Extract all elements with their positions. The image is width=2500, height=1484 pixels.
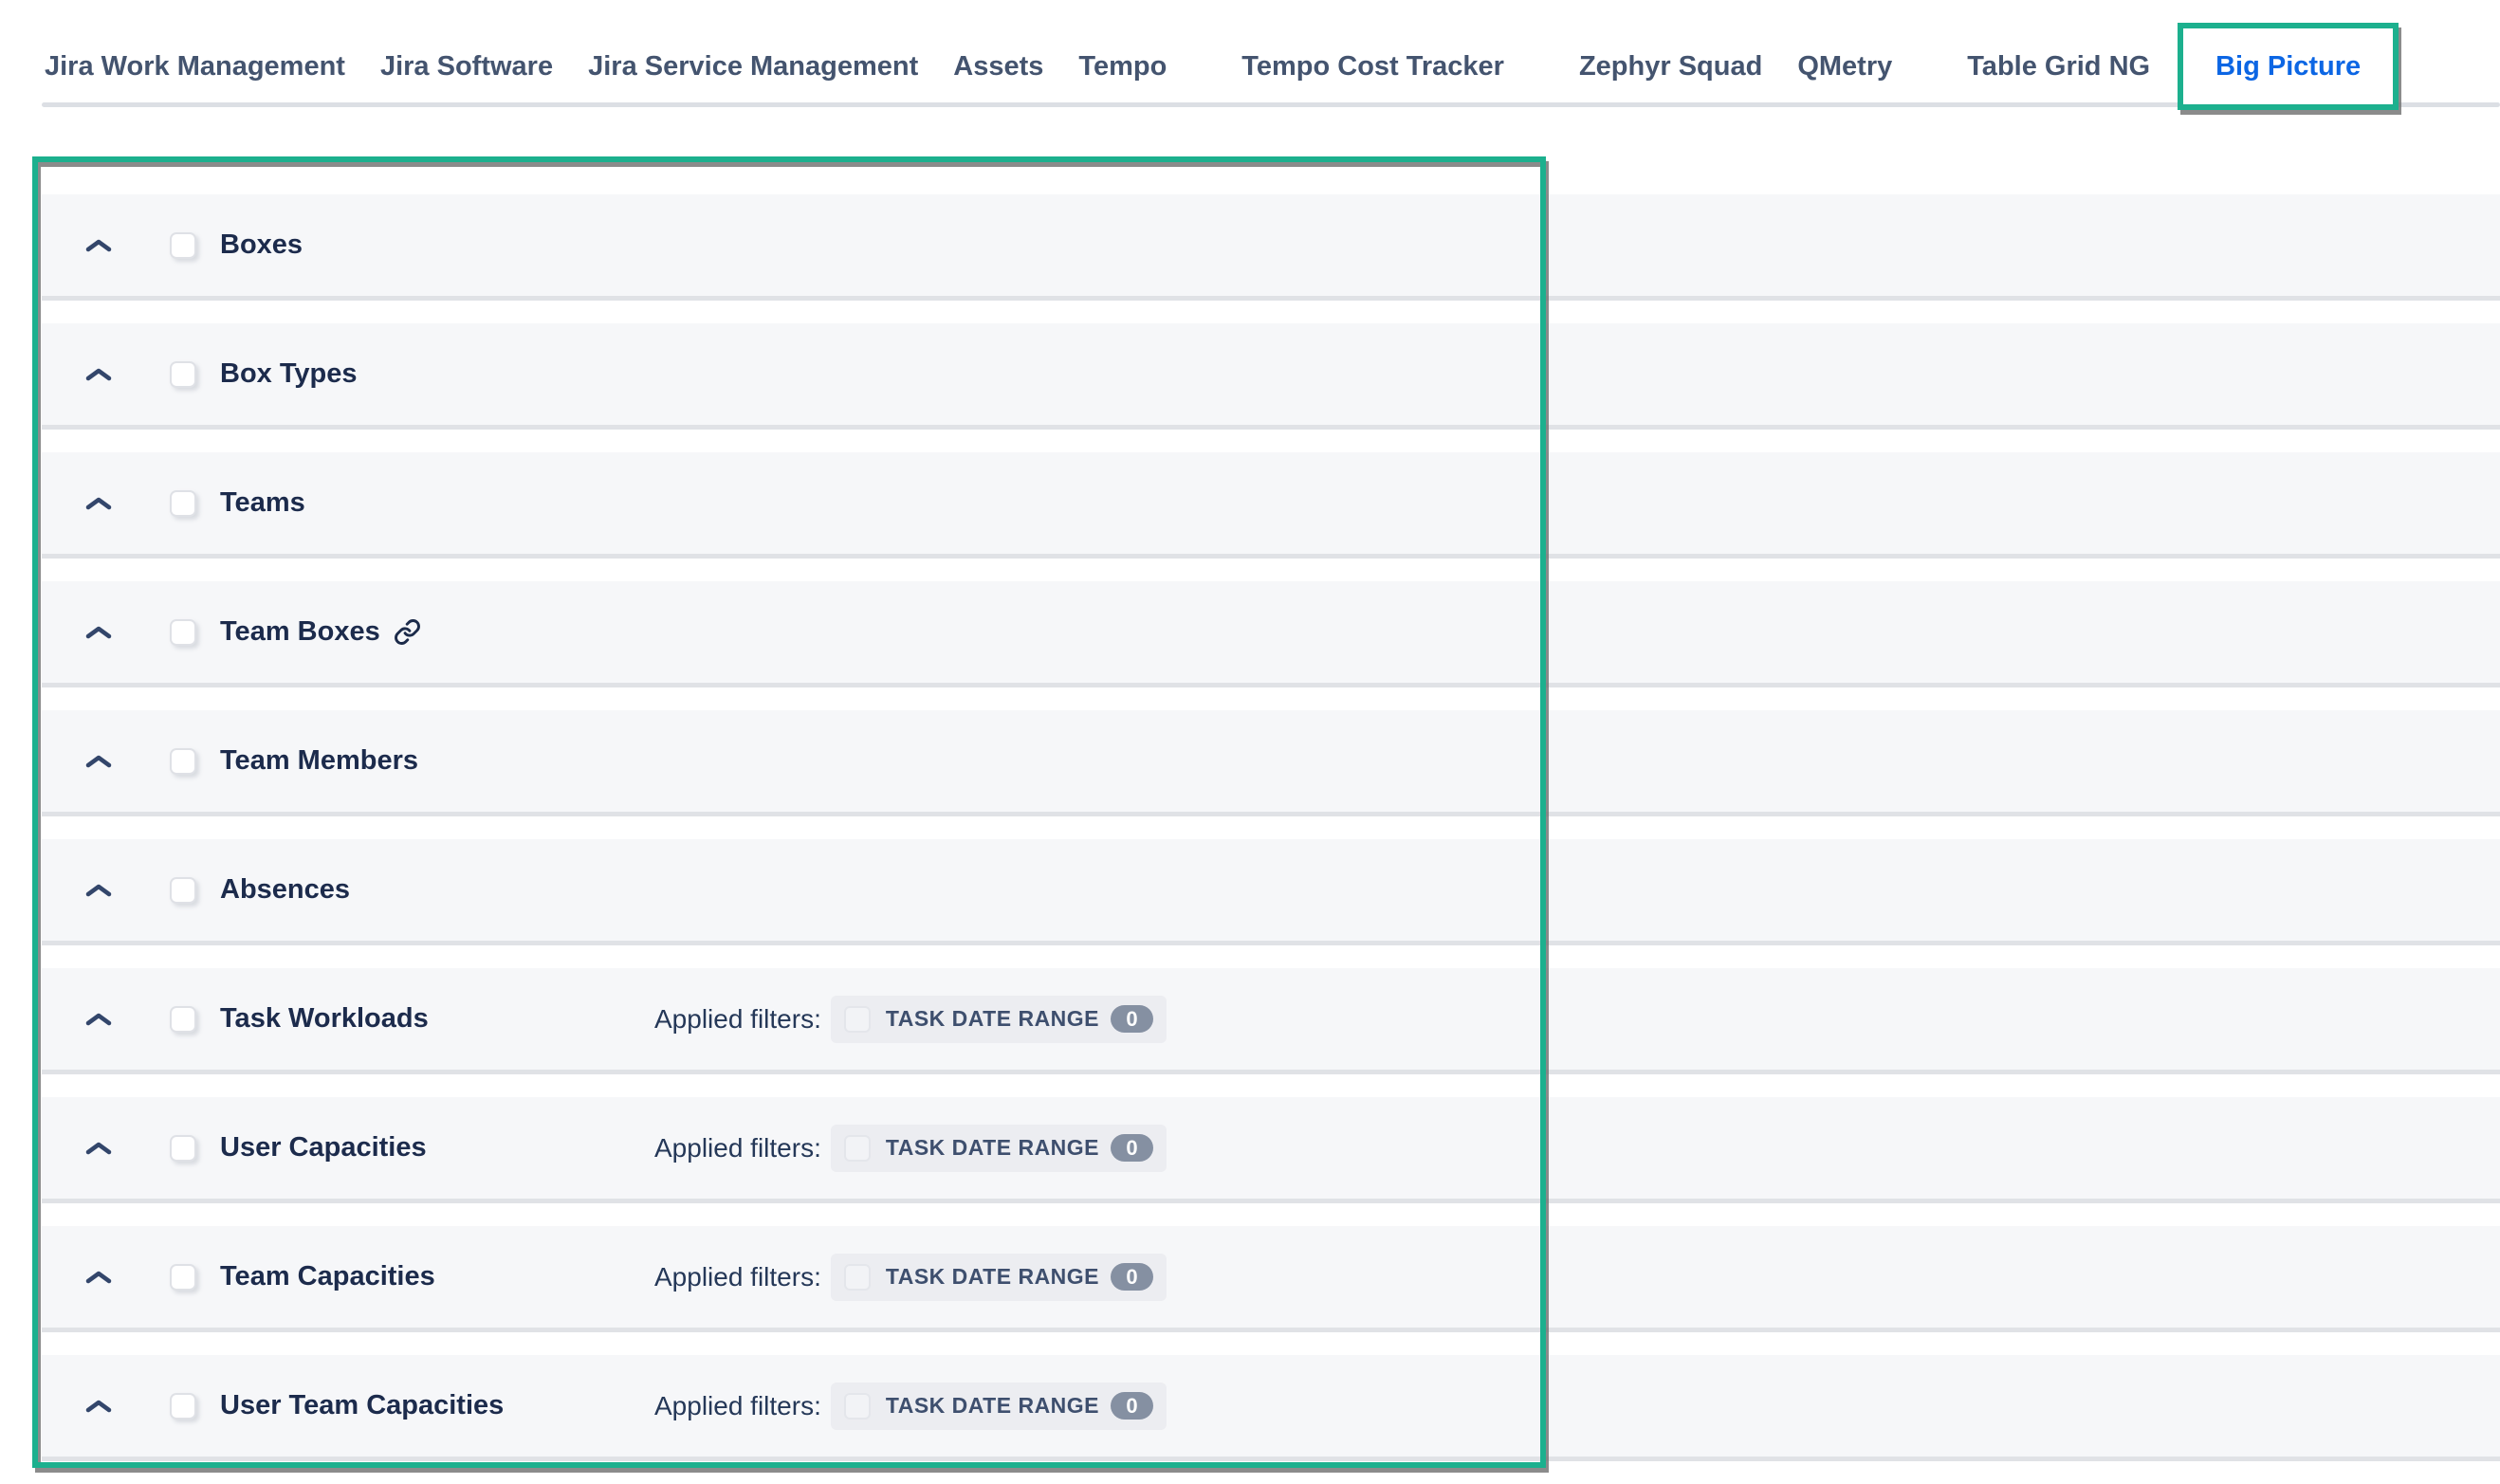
row-checkbox[interactable] xyxy=(170,232,196,259)
collapse-chevron-icon[interactable] xyxy=(85,1141,112,1155)
tab-jira-service-management[interactable]: Jira Service Management xyxy=(588,51,918,82)
row-label: Team Capacities xyxy=(220,1261,435,1292)
applied-filters: Applied filters: TASK DATE RANGE 0 xyxy=(654,968,1167,1070)
filter-chip-task-date-range[interactable]: TASK DATE RANGE 0 xyxy=(831,996,1167,1043)
collapse-chevron-icon[interactable] xyxy=(85,883,112,897)
list-row-user-capacities[interactable]: User Capacities Applied filters: TASK DA… xyxy=(42,1097,2500,1203)
filter-chip-task-date-range[interactable]: TASK DATE RANGE 0 xyxy=(831,1383,1167,1430)
row-label: Teams xyxy=(220,487,305,519)
filter-chip-checkbox[interactable] xyxy=(844,1135,871,1162)
applied-filters-label: Applied filters: xyxy=(654,1262,821,1292)
row-checkbox[interactable] xyxy=(170,619,196,646)
filter-chip-label: TASK DATE RANGE xyxy=(886,1135,1099,1161)
tab-jira-work-management[interactable]: Jira Work Management xyxy=(45,51,345,82)
tab-table-grid-ng[interactable]: Table Grid NG xyxy=(1967,51,2150,82)
collapse-chevron-icon[interactable] xyxy=(85,367,112,381)
filter-chip-checkbox[interactable] xyxy=(844,1264,871,1291)
data-source-list: Boxes Box Types Teams Team Boxes xyxy=(42,194,2500,1484)
row-checkbox[interactable] xyxy=(170,1264,196,1291)
row-label: User Team Capacities xyxy=(220,1390,504,1421)
collapse-chevron-icon[interactable] xyxy=(85,1399,112,1413)
row-checkbox[interactable] xyxy=(170,748,196,775)
row-checkbox[interactable] xyxy=(170,361,196,388)
app-tab-bar: Jira Work Management Jira Software Jira Se… xyxy=(45,0,2399,133)
row-checkbox[interactable] xyxy=(170,490,196,517)
data-sources-page: { "nav": { "tabs": [ {"label": "Jira Wor… xyxy=(0,0,2500,1477)
collapse-chevron-icon[interactable] xyxy=(85,496,112,510)
tab-tempo[interactable]: Tempo xyxy=(1078,51,1167,82)
filter-count-badge: 0 xyxy=(1111,1005,1153,1033)
applied-filters-label: Applied filters: xyxy=(654,1004,821,1035)
tab-big-picture[interactable]: Big Picture xyxy=(2215,51,2361,82)
filter-chip-label: TASK DATE RANGE xyxy=(886,1006,1099,1032)
filter-count-badge: 0 xyxy=(1111,1263,1153,1291)
list-row-team-boxes[interactable]: Team Boxes xyxy=(42,581,2500,687)
applied-filters: Applied filters: TASK DATE RANGE 0 xyxy=(654,1097,1167,1199)
collapse-chevron-icon[interactable] xyxy=(85,754,112,768)
list-row-absences[interactable]: Absences xyxy=(42,839,2500,945)
tab-assets[interactable]: Assets xyxy=(953,51,1043,82)
list-row-box-types[interactable]: Box Types xyxy=(42,323,2500,430)
list-row-boxes[interactable]: Boxes xyxy=(42,194,2500,301)
filter-chip-task-date-range[interactable]: TASK DATE RANGE 0 xyxy=(831,1125,1167,1172)
row-label: Team Boxes xyxy=(220,616,380,648)
tab-jira-software[interactable]: Jira Software xyxy=(380,51,553,82)
row-checkbox[interactable] xyxy=(170,1006,196,1033)
tab-zephyr-squad[interactable]: Zephyr Squad xyxy=(1579,51,1762,82)
list-row-team-members[interactable]: Team Members xyxy=(42,710,2500,816)
row-label: Boxes xyxy=(220,229,303,261)
annotation-box-big-picture: Big Picture xyxy=(2178,23,2399,110)
filter-count-badge: 0 xyxy=(1111,1392,1153,1420)
collapse-chevron-icon[interactable] xyxy=(85,1012,112,1026)
list-row-user-team-capacities[interactable]: User Team Capacities Applied filters: TA… xyxy=(42,1355,2500,1461)
list-row-team-capacities[interactable]: Team Capacities Applied filters: TASK DA… xyxy=(42,1226,2500,1332)
list-row-task-workloads[interactable]: Task Workloads Applied filters: TASK DAT… xyxy=(42,968,2500,1074)
tab-qmetry[interactable]: QMetry xyxy=(1797,51,1892,82)
row-checkbox[interactable] xyxy=(170,1135,196,1162)
filter-chip-checkbox[interactable] xyxy=(844,1393,871,1420)
tab-tempo-cost-tracker[interactable]: Tempo Cost Tracker xyxy=(1241,51,1504,82)
applied-filters: Applied filters: TASK DATE RANGE 0 xyxy=(654,1226,1167,1328)
row-label: Task Workloads xyxy=(220,1003,429,1035)
applied-filters: Applied filters: TASK DATE RANGE 0 xyxy=(654,1355,1167,1457)
row-checkbox[interactable] xyxy=(170,1393,196,1420)
row-label: Absences xyxy=(220,874,350,906)
filter-chip-task-date-range[interactable]: TASK DATE RANGE 0 xyxy=(831,1254,1167,1301)
filter-chip-checkbox[interactable] xyxy=(844,1006,871,1033)
collapse-chevron-icon[interactable] xyxy=(85,238,112,252)
filter-count-badge: 0 xyxy=(1111,1134,1153,1162)
link-icon[interactable] xyxy=(394,618,421,646)
filter-chip-label: TASK DATE RANGE xyxy=(886,1264,1099,1290)
filter-chip-label: TASK DATE RANGE xyxy=(886,1393,1099,1419)
list-row-teams[interactable]: Teams xyxy=(42,452,2500,559)
row-label: Box Types xyxy=(220,358,358,390)
row-label: User Capacities xyxy=(220,1132,427,1163)
applied-filters-label: Applied filters: xyxy=(654,1133,821,1163)
collapse-chevron-icon[interactable] xyxy=(85,1270,112,1284)
collapse-chevron-icon[interactable] xyxy=(85,625,112,639)
row-checkbox[interactable] xyxy=(170,877,196,904)
applied-filters-label: Applied filters: xyxy=(654,1391,821,1421)
row-label: Team Members xyxy=(220,745,418,777)
